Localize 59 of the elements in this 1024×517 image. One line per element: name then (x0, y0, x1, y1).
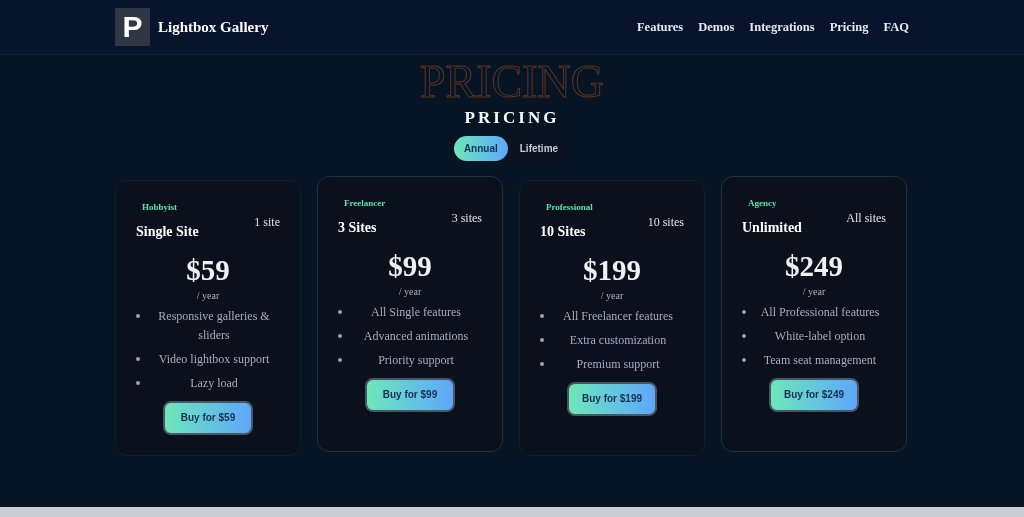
site-count: 1 site (254, 214, 280, 231)
buy-button[interactable]: Buy for $199 (567, 381, 657, 416)
plan-name: Unlimited (742, 218, 802, 237)
plan-feature: Team seat management (762, 351, 878, 369)
bullet-icon (338, 309, 342, 314)
plan-price: $249 (785, 248, 843, 284)
logo-mark[interactable]: P (115, 8, 150, 46)
buy-button[interactable]: Buy for $99 (365, 377, 455, 412)
site-count: 10 sites (647, 214, 684, 231)
plan-feature: Premium support (575, 355, 661, 373)
price-period: / year (398, 284, 422, 299)
plan-name: Single Site (136, 222, 199, 241)
plan-feature: All Single features (370, 303, 462, 321)
billing-option[interactable]: Annual (453, 136, 508, 161)
bullet-icon (136, 313, 140, 318)
plan-feature: Video lightbox support (157, 350, 271, 368)
tier-label: Hobbyist (141, 201, 178, 214)
plan-feature: Advanced animations (362, 327, 470, 345)
plan-feature: All Freelancer features (562, 307, 674, 325)
plan-name: 10 Sites (540, 222, 587, 241)
buy-button[interactable]: Buy for $249 (769, 377, 859, 412)
plan-feature: White-label option (773, 327, 867, 345)
bullet-icon (338, 333, 342, 338)
plan-name: 3 Sites (338, 218, 378, 237)
tier-label: Agency (747, 197, 778, 210)
bullet-icon (136, 380, 140, 385)
section-title: PRICING (464, 109, 560, 126)
tier-label: Freelancer (343, 197, 386, 210)
bullet-icon (540, 313, 544, 318)
bullet-icon (136, 356, 140, 361)
plan-feature: Responsive galleries & sliders (157, 307, 271, 344)
nav-link[interactable]: Features (636, 17, 684, 37)
price-period: / year (196, 288, 220, 303)
bullet-icon (540, 361, 544, 366)
bullet-icon (540, 337, 544, 342)
site-count: All sites (846, 210, 886, 227)
tier-label: Professional (545, 201, 593, 214)
billing-option[interactable]: Lifetime (507, 136, 571, 161)
brand-name[interactable]: Lightbox Gallery (158, 15, 269, 39)
plan-price: $59 (186, 252, 230, 288)
nav-link[interactable]: Demos (698, 17, 735, 37)
price-period: / year (600, 288, 624, 303)
plan-price: $199 (583, 252, 641, 288)
bullet-icon (338, 357, 342, 362)
bullet-icon (742, 357, 746, 362)
plan-feature: Priority support (377, 351, 455, 369)
plan-feature: Extra customization (568, 331, 668, 349)
nav-link[interactable]: Pricing (829, 17, 869, 37)
plan-price: $99 (388, 248, 432, 284)
bullet-icon (742, 309, 746, 314)
backdrop-heading: PRICING (420, 59, 604, 105)
price-period: / year (802, 284, 826, 299)
nav-link[interactable]: FAQ (883, 17, 909, 37)
site-count: 3 sites (451, 210, 482, 227)
plan-feature: Lazy load (189, 374, 239, 392)
plan-feature: All Professional features (759, 303, 881, 321)
buy-button[interactable]: Buy for $59 (163, 400, 253, 435)
bullet-icon (742, 333, 746, 338)
nav-link[interactable]: Integrations (749, 17, 815, 37)
